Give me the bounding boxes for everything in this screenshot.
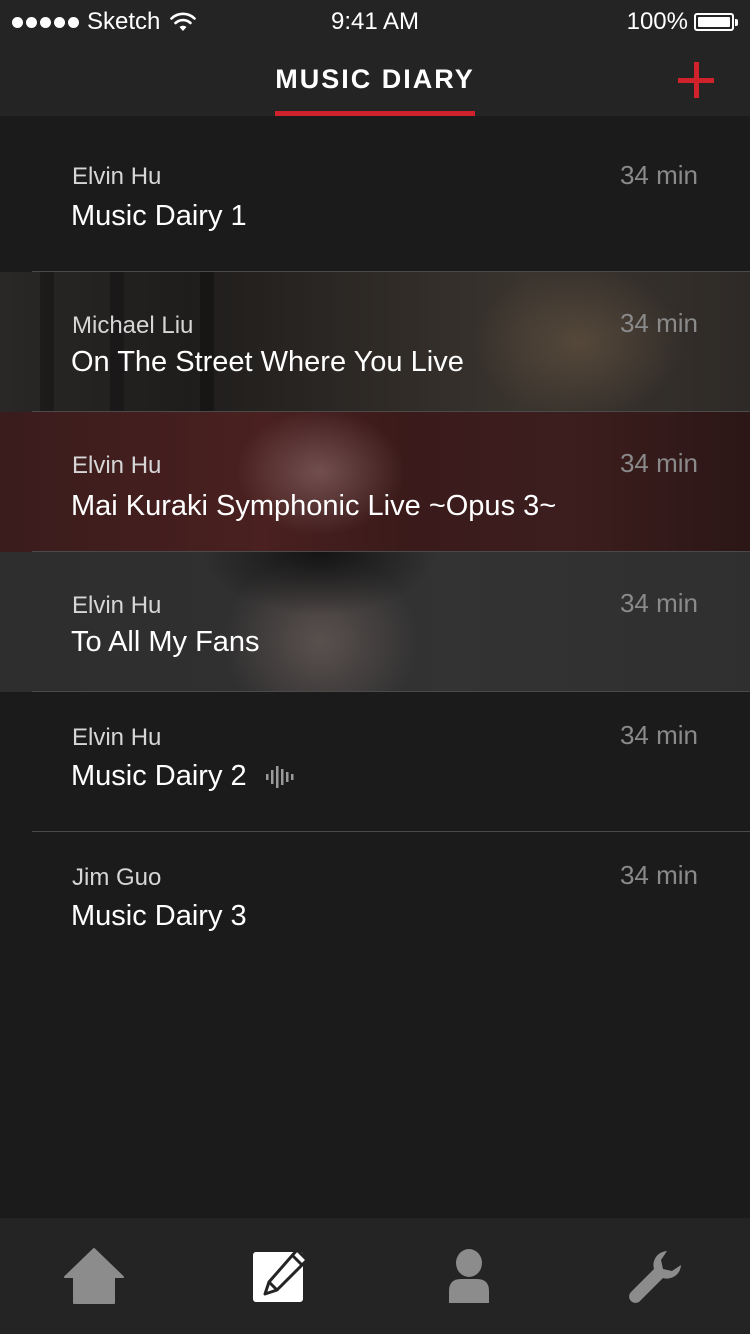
item-background-photo (0, 272, 750, 412)
status-right: 100% (627, 8, 738, 36)
entry-author: Elvin Hu (72, 452, 162, 479)
item-background (0, 116, 750, 272)
entry-title: On The Street Where You Live (71, 346, 464, 378)
audio-wave-icon (265, 765, 294, 788)
user-icon (448, 1249, 489, 1303)
wrench-icon (629, 1251, 682, 1303)
entry-author: Jim Guo (72, 864, 162, 891)
list-item[interactable]: Elvin Hu To All My Fans 34 min (0, 552, 750, 692)
entry-duration: 34 min (619, 588, 698, 618)
entry-author: Elvin Hu (72, 163, 162, 190)
add-entry-button[interactable] (678, 62, 714, 98)
entry-duration: 34 min (619, 160, 698, 190)
battery-percentage: 100% (626, 8, 688, 35)
entry-title: Music Dairy 3 (71, 900, 247, 932)
navigation-bar: MUSIC DIARY (0, 44, 750, 116)
home-icon (63, 1248, 124, 1304)
entry-duration: 34 min (619, 308, 698, 338)
list-item[interactable]: Elvin Hu Music Dairy 1 34 min (0, 116, 750, 272)
tab-bar (0, 1218, 750, 1334)
tab-diary[interactable] (241, 1236, 321, 1316)
item-background-photo (0, 552, 750, 692)
battery-icon (694, 12, 738, 32)
entry-duration: 34 min (619, 720, 698, 750)
edit-icon (253, 1248, 309, 1302)
list-item[interactable]: Elvin Hu Mai Kuraki Symphonic Live ~Opus… (0, 412, 750, 552)
list-item[interactable]: Michael Liu On The Street Where You Live… (0, 272, 750, 412)
entry-author: Elvin Hu (72, 724, 162, 751)
entry-title-row: Music Dairy 2 (71, 760, 295, 793)
diary-list: Elvin Hu Music Dairy 1 34 min Michael Li… (0, 116, 750, 972)
tab-home[interactable] (54, 1236, 134, 1316)
tab-profile[interactable] (429, 1236, 509, 1316)
status-bar: Sketch 9:41 AM 100% (0, 0, 750, 44)
list-item[interactable]: Jim Guo Music Dairy 3 34 min (0, 832, 750, 972)
item-background-photo (0, 412, 750, 552)
entry-title: Music Dairy 2 (71, 760, 247, 792)
entry-author: Elvin Hu (72, 592, 162, 619)
entry-duration: 34 min (619, 860, 698, 890)
entry-duration: 34 min (619, 448, 698, 478)
entry-title: To All My Fans (71, 626, 260, 658)
list-item[interactable]: Elvin Hu Music Dairy 2 34 min (0, 692, 750, 832)
entry-title: Mai Kuraki Symphonic Live ~Opus 3~ (71, 490, 557, 522)
entry-author: Michael Liu (72, 312, 194, 339)
music-diary-screen: Sketch 9:41 AM 100% MUSIC DIARY Elvin Hu… (0, 0, 750, 1334)
tab-settings[interactable] (616, 1236, 696, 1316)
entry-title: Music Dairy 1 (71, 200, 247, 232)
page-title: MUSIC DIARY (275, 64, 475, 94)
